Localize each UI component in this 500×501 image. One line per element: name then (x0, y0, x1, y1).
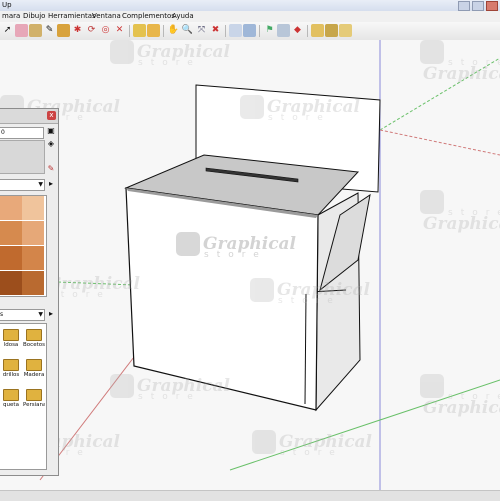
panel-close-button[interactable]: x (47, 111, 56, 120)
swatch[interactable] (0, 246, 22, 270)
list-item[interactable]: queta (0, 386, 22, 414)
menu-dibujo[interactable]: Dibujo (21, 12, 47, 21)
camera-icon[interactable] (277, 24, 290, 37)
sample-paint-icon[interactable]: ◈ (46, 139, 56, 149)
pushpull-icon[interactable] (57, 24, 70, 37)
list-item-label: Madera (23, 372, 45, 378)
list-item[interactable]: drillos (0, 356, 22, 384)
zoom-window-icon[interactable]: ⤧ (195, 24, 208, 37)
list-item-label: Bocetos (23, 342, 45, 348)
select-icon[interactable]: ➚ (1, 24, 14, 37)
scale-icon[interactable]: ✕ (113, 24, 126, 37)
maximize-button[interactable] (472, 1, 484, 11)
orbit-icon[interactable] (147, 24, 160, 37)
swatch[interactable] (0, 271, 22, 295)
box-front (125, 187, 319, 411)
folder-icon (3, 389, 19, 401)
menu-camara[interactable]: mara (0, 12, 22, 21)
swatch[interactable] (22, 196, 44, 220)
menu-ventana[interactable]: Ventana (90, 12, 123, 21)
materials-library-select[interactable]: s ▼ (0, 309, 45, 321)
axis-green-dashed (379, 57, 500, 131)
swatch[interactable] (22, 246, 44, 270)
component-icon[interactable] (243, 24, 256, 37)
material-preview (0, 140, 45, 174)
swatch[interactable] (0, 221, 22, 245)
toolbar-separator (225, 25, 226, 37)
folder-icon (26, 329, 42, 341)
swatch[interactable] (0, 196, 22, 220)
menu-complementos[interactable]: Complementos (120, 12, 177, 21)
folder-icon (26, 389, 42, 401)
model-canvas[interactable] (0, 40, 500, 500)
create-material-icon[interactable]: ▣ (46, 126, 56, 136)
toolbar-separator (307, 25, 308, 37)
list-item[interactable]: Madera (23, 356, 45, 384)
status-bar (0, 490, 500, 501)
rotate-icon[interactable]: ✱ (71, 24, 84, 37)
details-icon[interactable]: ▸ (46, 179, 56, 189)
chevron-down-icon: ▼ (38, 181, 43, 188)
list-item[interactable]: ldosa (0, 326, 22, 354)
library-options-icon[interactable]: ▸ (46, 309, 56, 319)
list-item[interactable]: Bocetos (23, 326, 45, 354)
window-title: Up (2, 1, 12, 9)
close-button[interactable] (486, 1, 498, 11)
eraser-icon[interactable] (15, 24, 28, 37)
list-item-label: drillos (2, 372, 20, 378)
materials-list: ldosa Bocetos drillos Madera queta Persi… (0, 323, 47, 470)
xray-icon[interactable] (339, 24, 352, 37)
fog-icon[interactable] (311, 24, 324, 37)
model-viewport[interactable]: Graphicalstore Graphicalstore Graphicals… (0, 40, 500, 500)
move-icon[interactable] (133, 24, 146, 37)
folder-icon (3, 359, 19, 371)
toolbar-separator (163, 25, 164, 37)
color-picker-select[interactable]: ▼ (0, 179, 45, 191)
list-item-label: ldosa (3, 342, 19, 348)
pan-icon[interactable]: ✋ (167, 24, 180, 37)
folder-icon (3, 329, 19, 341)
materials-library-value: s (0, 311, 4, 318)
zoom-icon[interactable]: 🔍 (181, 24, 194, 37)
paint-bucket-icon[interactable] (29, 24, 42, 37)
followme-icon[interactable]: ⟳ (85, 24, 98, 37)
list-item[interactable]: Persiana (23, 386, 45, 414)
toolbar-separator (129, 25, 130, 37)
walk-icon[interactable]: ⚑ (263, 24, 276, 37)
minimize-button[interactable] (458, 1, 470, 11)
folder-icon (26, 359, 42, 371)
offset-icon[interactable]: ◎ (99, 24, 112, 37)
swatch[interactable] (22, 221, 44, 245)
toolbar: ➚ ✎ ✱ ⟳ ◎ ✕ ✋ 🔍 ⤧ ✖ ⚑ ◆ (0, 22, 500, 41)
axis-red-dashed (379, 129, 500, 156)
menu-ayuda[interactable]: Ayuda (170, 12, 196, 21)
color-swatches (0, 195, 47, 297)
swatch[interactable] (22, 271, 44, 295)
eyedropper-icon[interactable]: ✎ (46, 164, 56, 174)
list-item-label: Persiana (23, 402, 45, 408)
material-name-field[interactable]: 0 (0, 127, 44, 139)
line-icon[interactable]: ✎ (43, 24, 56, 37)
zoom-extents-icon[interactable]: ✖ (209, 24, 222, 37)
axis-green-left (57, 281, 135, 286)
section-icon[interactable] (229, 24, 242, 37)
toolbar-separator (259, 25, 260, 37)
list-item-label: queta (3, 402, 19, 408)
materials-panel-header: x (0, 109, 58, 124)
materials-panel: x 0 ▣ ◈ ✎ ▼ ▸ s ▼ ▸ ldosa Bocetos drillo… (0, 108, 59, 476)
style-icon[interactable] (325, 24, 338, 37)
shadow-icon[interactable]: ◆ (291, 24, 304, 37)
chevron-down-icon: ▼ (38, 311, 43, 318)
